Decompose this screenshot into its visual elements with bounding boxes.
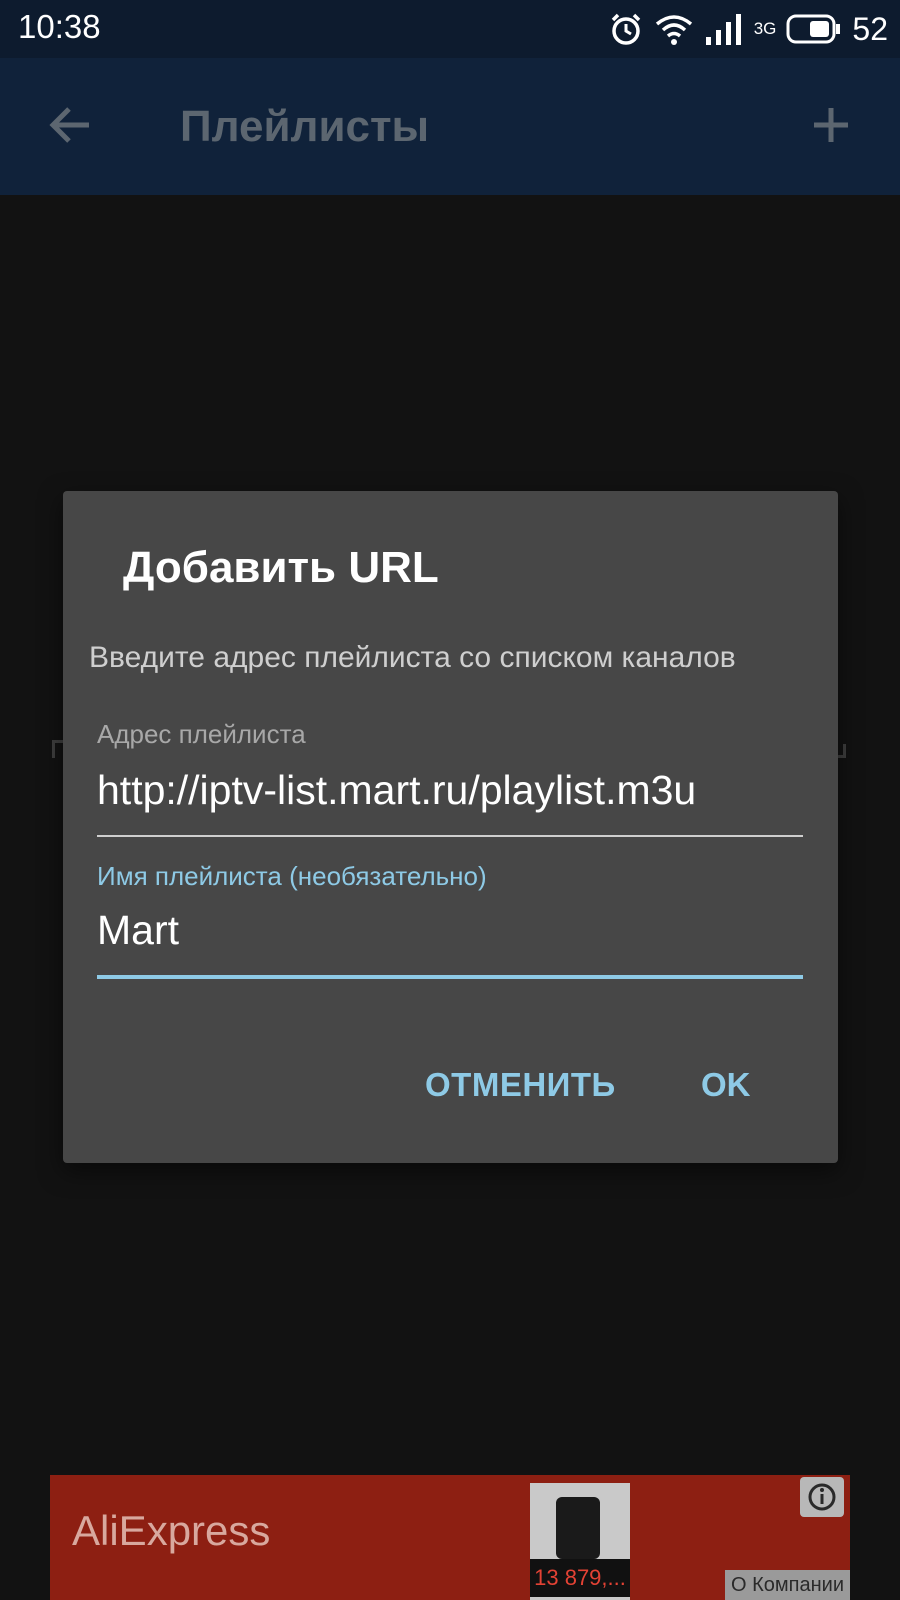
status-time: 10:38	[18, 8, 101, 45]
network-type: 3G	[753, 19, 777, 38]
battery-icon	[786, 14, 841, 44]
playlist-name-underline	[97, 975, 803, 979]
ok-button[interactable]: OK	[693, 1059, 759, 1111]
info-icon	[808, 1483, 836, 1511]
dialog-message: Введите адрес плейлиста со списком канал…	[89, 641, 736, 674]
dialog-title: Добавить URL	[123, 543, 439, 592]
ad-brand-logo: AliExpress	[72, 1507, 271, 1554]
playlist-name-input[interactable]: Mart	[97, 907, 803, 969]
playlist-url-label: Адрес плейлиста	[97, 719, 306, 749]
ad-product-image[interactable]: 13 879,...	[530, 1483, 630, 1600]
battery-level: 52	[852, 10, 888, 47]
playlist-url-value: http://iptv-list.mart.ru/playlist.m3u	[97, 767, 697, 813]
plus-icon	[814, 108, 848, 142]
playlist-url-underline	[97, 835, 803, 837]
signal-icon	[705, 14, 741, 45]
ad-price: 13 879,...	[530, 1559, 630, 1597]
add-url-dialog: Добавить URL Введите адрес плейлиста со …	[63, 491, 838, 1163]
ad-banner[interactable]: AliExpress 13 879,... О Компании	[50, 1475, 850, 1600]
add-playlist-button[interactable]	[798, 92, 864, 158]
playlist-url-input[interactable]: http://iptv-list.mart.ru/playlist.m3u	[97, 767, 803, 829]
playlist-name-label: Имя плейлиста (необязательно)	[97, 861, 487, 891]
alarm-icon	[611, 13, 640, 45]
ad-info-button[interactable]	[800, 1477, 844, 1517]
arrow-left-icon	[49, 107, 89, 143]
page-title: Плейлисты	[180, 102, 430, 151]
playlist-name-value: Mart	[97, 907, 179, 953]
wifi-icon	[655, 15, 692, 45]
back-button[interactable]	[40, 94, 102, 156]
phone-image	[556, 1497, 600, 1559]
cancel-button[interactable]: ОТМЕНИТЬ	[417, 1059, 624, 1111]
app-bar: Плейлисты	[0, 58, 900, 195]
status-bar: 10:38 3G 52	[0, 0, 900, 58]
ad-company-link[interactable]: О Компании	[725, 1570, 850, 1600]
status-icons: 3G 52	[608, 6, 888, 52]
